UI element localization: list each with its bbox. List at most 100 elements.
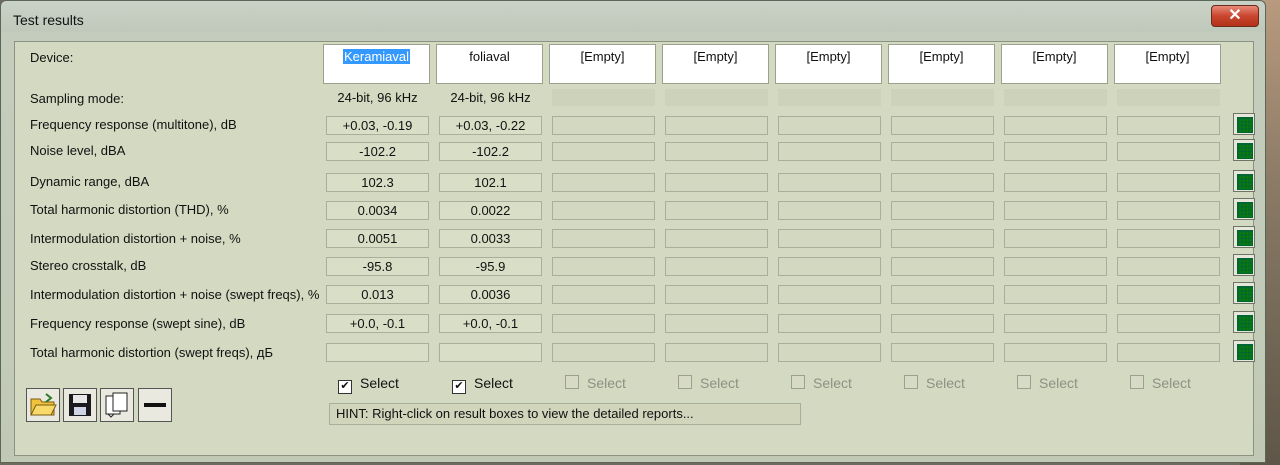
result-box-empty[interactable]: [778, 257, 881, 276]
result-box-empty[interactable]: [1117, 257, 1220, 276]
result-box-empty[interactable]: [891, 257, 994, 276]
device-name-input[interactable]: [Empty]: [1001, 44, 1108, 84]
result-box[interactable]: -95.9: [439, 257, 542, 276]
save-button[interactable]: [63, 388, 97, 422]
result-box-empty[interactable]: [552, 285, 655, 304]
result-box-empty[interactable]: [665, 257, 768, 276]
result-box-empty[interactable]: [1117, 285, 1220, 304]
result-box-empty[interactable]: [552, 343, 655, 362]
result-box-empty[interactable]: [891, 201, 994, 220]
select-checkbox[interactable]: Select: [791, 375, 852, 391]
result-box-empty[interactable]: [778, 229, 881, 248]
view-table-button[interactable]: [1233, 282, 1255, 304]
result-box-empty[interactable]: [1004, 285, 1107, 304]
result-box-empty[interactable]: [552, 173, 655, 192]
result-box-empty[interactable]: [552, 229, 655, 248]
view-table-button[interactable]: [1233, 226, 1255, 248]
result-box[interactable]: 102.3: [326, 173, 429, 192]
result-box-empty[interactable]: [778, 142, 881, 161]
result-box-empty[interactable]: [778, 285, 881, 304]
select-checkbox[interactable]: Select: [565, 375, 626, 391]
result-box-empty[interactable]: [1117, 201, 1220, 220]
device-name-input[interactable]: Keramiaval: [323, 44, 430, 84]
result-box-empty[interactable]: [891, 142, 994, 161]
device-name-input[interactable]: [Empty]: [662, 44, 769, 84]
result-box-empty[interactable]: [1117, 173, 1220, 192]
result-box-empty[interactable]: [778, 314, 881, 333]
result-box-empty[interactable]: [891, 173, 994, 192]
result-box-empty[interactable]: [778, 343, 881, 362]
result-box-empty[interactable]: [1117, 314, 1220, 333]
remove-button[interactable]: [138, 388, 172, 422]
result-box-empty[interactable]: [1004, 116, 1107, 135]
result-box-empty[interactable]: [1117, 229, 1220, 248]
title-bar[interactable]: Test results ✕: [1, 1, 1265, 37]
view-table-button[interactable]: [1233, 170, 1255, 192]
result-box[interactable]: 0.0022: [439, 201, 542, 220]
result-box[interactable]: [326, 343, 429, 362]
result-box[interactable]: -95.8: [326, 257, 429, 276]
view-table-button[interactable]: [1233, 340, 1255, 362]
open-button[interactable]: [26, 388, 60, 422]
device-name-input[interactable]: [Empty]: [549, 44, 656, 84]
select-checkbox[interactable]: Select: [1130, 375, 1191, 391]
select-checkbox[interactable]: ✔ Select: [338, 375, 399, 394]
result-box-empty[interactable]: [1117, 343, 1220, 362]
result-box-empty[interactable]: [665, 116, 768, 135]
result-box-empty[interactable]: [665, 173, 768, 192]
result-box-empty[interactable]: [891, 229, 994, 248]
result-box[interactable]: -102.2: [326, 142, 429, 161]
result-box-empty[interactable]: [891, 116, 994, 135]
close-button[interactable]: ✕: [1211, 5, 1259, 27]
device-name-input[interactable]: [Empty]: [888, 44, 995, 84]
result-box[interactable]: 102.1: [439, 173, 542, 192]
view-table-button[interactable]: [1233, 198, 1255, 220]
result-box-empty[interactable]: [665, 201, 768, 220]
result-box-empty[interactable]: [552, 314, 655, 333]
result-box-empty[interactable]: [778, 116, 881, 135]
view-table-button[interactable]: [1233, 113, 1255, 135]
result-box[interactable]: 0.0051: [326, 229, 429, 248]
result-box[interactable]: +0.03, -0.22: [439, 116, 542, 135]
view-table-button[interactable]: [1233, 311, 1255, 333]
result-box[interactable]: 0.0034: [326, 201, 429, 220]
result-box-empty[interactable]: [552, 201, 655, 220]
view-table-button[interactable]: [1233, 139, 1255, 161]
select-checkbox[interactable]: Select: [1017, 375, 1078, 391]
result-box-empty[interactable]: [665, 142, 768, 161]
result-box-empty[interactable]: [1004, 343, 1107, 362]
select-checkbox[interactable]: Select: [678, 375, 739, 391]
result-box-empty[interactable]: [1004, 257, 1107, 276]
result-box-empty[interactable]: [552, 257, 655, 276]
result-box-empty[interactable]: [665, 314, 768, 333]
result-box[interactable]: 0.013: [326, 285, 429, 304]
result-box-empty[interactable]: [891, 314, 994, 333]
view-table-button[interactable]: [1233, 254, 1255, 276]
copy-button[interactable]: [100, 388, 134, 422]
result-box-empty[interactable]: [665, 343, 768, 362]
result-box-empty[interactable]: [1004, 229, 1107, 248]
result-box-empty[interactable]: [778, 173, 881, 192]
result-box-empty[interactable]: [665, 285, 768, 304]
device-name-input[interactable]: [Empty]: [775, 44, 882, 84]
result-box[interactable]: [439, 343, 542, 362]
result-box-empty[interactable]: [891, 285, 994, 304]
result-box-empty[interactable]: [1004, 142, 1107, 161]
result-box-empty[interactable]: [1004, 201, 1107, 220]
result-box-empty[interactable]: [552, 116, 655, 135]
result-box[interactable]: -102.2: [439, 142, 542, 161]
result-box-empty[interactable]: [891, 343, 994, 362]
result-box-empty[interactable]: [1117, 142, 1220, 161]
device-name-input[interactable]: [Empty]: [1114, 44, 1221, 84]
result-box-empty[interactable]: [1004, 173, 1107, 192]
result-box-empty[interactable]: [552, 142, 655, 161]
result-box-empty[interactable]: [665, 229, 768, 248]
result-box[interactable]: 0.0036: [439, 285, 542, 304]
result-box-empty[interactable]: [1004, 314, 1107, 333]
device-name-input[interactable]: foliaval: [436, 44, 543, 84]
result-box[interactable]: +0.03, -0.19: [326, 116, 429, 135]
result-box-empty[interactable]: [778, 201, 881, 220]
select-checkbox[interactable]: Select: [904, 375, 965, 391]
result-box[interactable]: +0.0, -0.1: [439, 314, 542, 333]
select-checkbox[interactable]: ✔ Select: [452, 375, 513, 394]
